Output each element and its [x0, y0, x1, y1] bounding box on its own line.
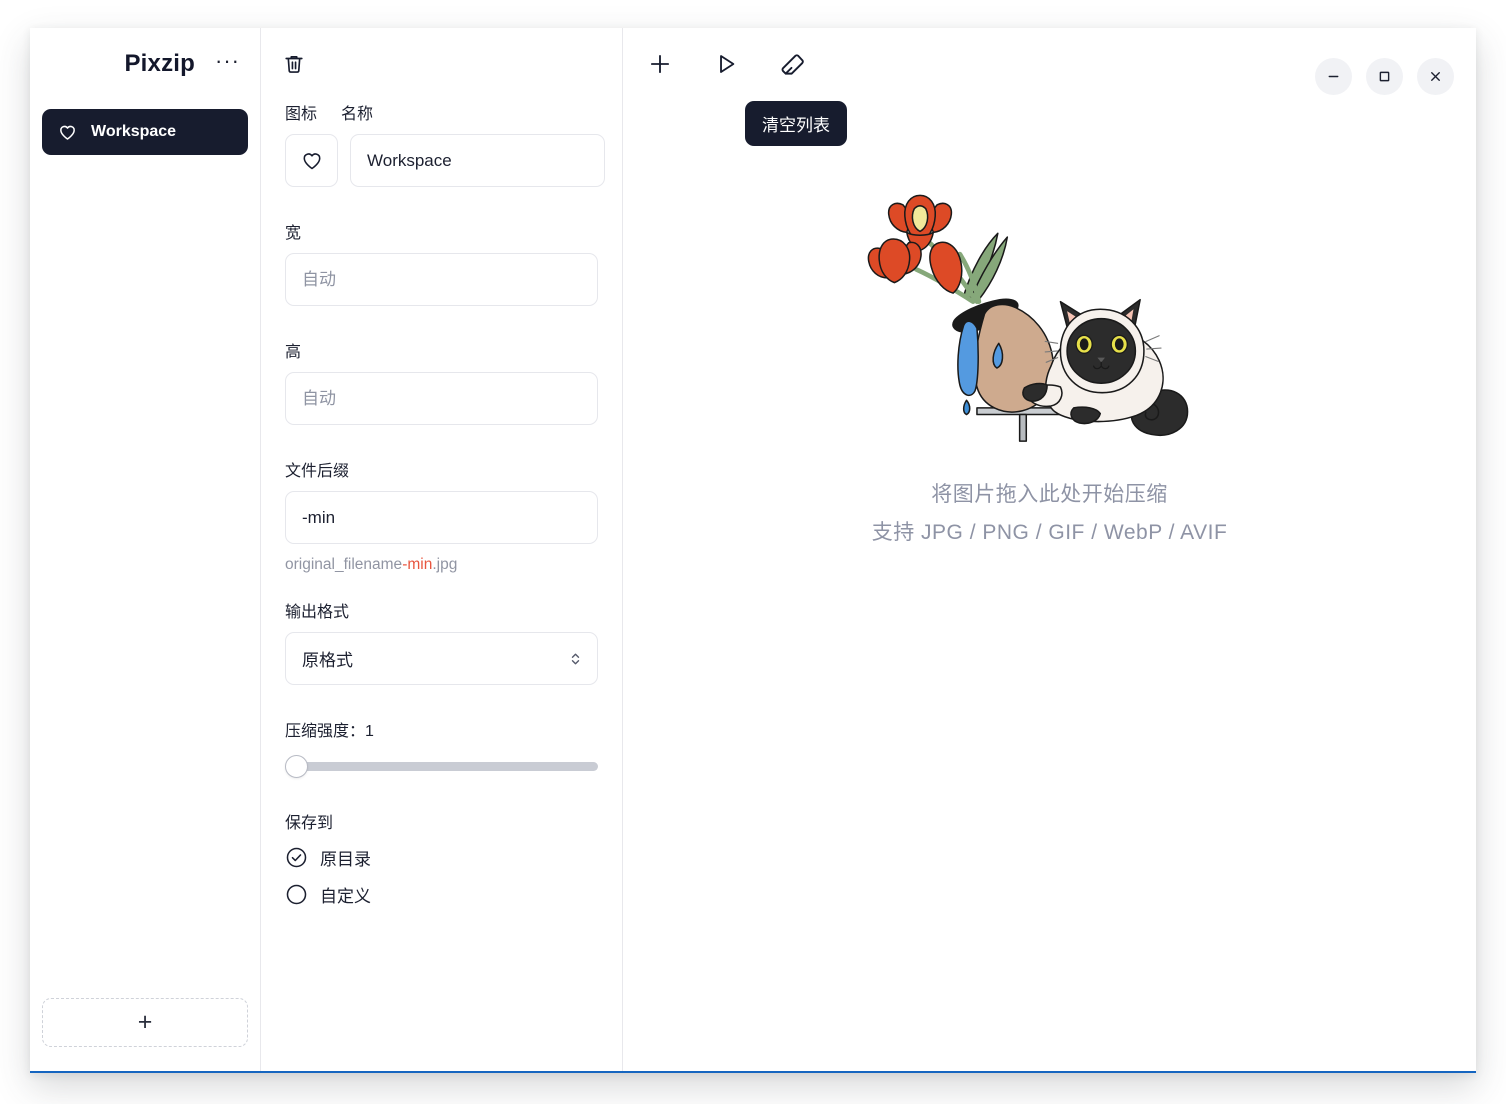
suffix-input[interactable] — [285, 491, 598, 544]
suffix-preview-highlight: -min — [402, 556, 433, 573]
main-area: 清空列表 将图片拖入此处开始压缩 支持 JPG / PNG / GIF / We… — [623, 28, 1476, 1071]
app-title: Pixzip — [124, 50, 196, 77]
settings-toolbar — [261, 28, 622, 100]
clear-list-button[interactable] — [777, 49, 807, 79]
application-window: Pixzip ··· Workspace + 图标 名称 Workspace 宽… — [30, 28, 1476, 1073]
quality-slider-track[interactable] — [295, 761, 598, 771]
name-field-label: 名称 — [341, 106, 374, 123]
close-icon — [1431, 72, 1440, 81]
width-label: 宽 — [285, 225, 302, 242]
suffix-preview-prefix: original_filename — [285, 556, 403, 573]
delete-workspace-button[interactable] — [279, 49, 309, 79]
dropzone-secondary-text: 支持 JPG / PNG / GIF / WebP / AVIF — [871, 521, 1228, 544]
maximize-button[interactable] — [1366, 58, 1403, 95]
clear-list-tooltip: 清空列表 — [745, 101, 847, 146]
save-option-custom[interactable]: 自定义 — [285, 882, 598, 907]
plus-icon: + — [137, 1008, 153, 1036]
more-options-icon[interactable]: ··· — [213, 50, 242, 76]
add-workspace-button[interactable]: + — [42, 998, 248, 1047]
heart-icon — [303, 152, 320, 169]
minimize-icon — [1328, 75, 1339, 78]
plus-icon — [650, 54, 670, 74]
radio-checked-icon — [286, 847, 307, 868]
dropzone[interactable]: 将图片拖入此处开始压缩 支持 JPG / PNG / GIF / WebP / … — [623, 178, 1476, 546]
icon-name-row — [285, 134, 605, 187]
sidebar-item-workspace[interactable]: Workspace — [42, 109, 248, 155]
suffix-label: 文件后缀 — [285, 463, 350, 480]
app-root: Pixzip ··· Workspace + 图标 名称 Workspace 宽… — [0, 0, 1506, 1104]
save-to-label: 保存到 — [285, 815, 334, 832]
sidebar: Pixzip ··· Workspace + — [30, 28, 261, 1071]
suffix-preview-extension: .jpg — [432, 556, 458, 573]
quality-slider[interactable] — [285, 754, 598, 778]
settings-panel: 图标 名称 宽 高 文件后 — [261, 28, 623, 1071]
settings-body: 图标 名称 宽 高 文件后 — [261, 100, 622, 907]
close-button[interactable] — [1417, 58, 1454, 95]
icon-field-label: 图标 — [285, 106, 318, 123]
quality-label: 压缩强度：1 — [285, 723, 374, 740]
workspace-icon-picker[interactable] — [285, 134, 338, 187]
save-option-label: 自定义 — [320, 887, 371, 906]
radio-unchecked-icon — [286, 884, 307, 905]
height-label: 高 — [285, 344, 302, 361]
trash-icon — [285, 56, 303, 73]
dropzone-primary-text: 将图片拖入此处开始压缩 — [931, 483, 1168, 506]
quality-slider-thumb[interactable] — [285, 754, 308, 778]
minimize-button[interactable] — [1315, 58, 1352, 95]
eraser-icon — [781, 53, 804, 75]
output-format-select[interactable]: 原格式 — [285, 632, 598, 685]
cat-and-vase-illustration — [867, 194, 1188, 442]
suffix-preview: original_filename-min.jpg — [285, 556, 598, 574]
maximize-icon — [1379, 71, 1390, 82]
output-format-value: 原格式 — [302, 651, 353, 670]
workspace-name-input[interactable] — [350, 134, 605, 187]
save-option-original[interactable]: 原目录 — [285, 845, 598, 870]
icon-name-labels: 图标 名称 — [285, 100, 598, 124]
window-controls — [1315, 58, 1454, 95]
save-option-label: 原目录 — [320, 850, 371, 869]
sidebar-item-label: Workspace — [91, 123, 177, 140]
format-label: 输出格式 — [285, 604, 350, 621]
add-files-button[interactable] — [645, 49, 675, 79]
heart-icon — [60, 125, 75, 140]
height-input[interactable] — [285, 372, 598, 425]
play-icon — [720, 55, 735, 73]
width-input[interactable] — [285, 253, 598, 306]
format-select-wrap: 原格式 — [285, 632, 598, 685]
sidebar-header: Pixzip ··· — [30, 28, 260, 100]
start-compress-button[interactable] — [711, 49, 741, 79]
